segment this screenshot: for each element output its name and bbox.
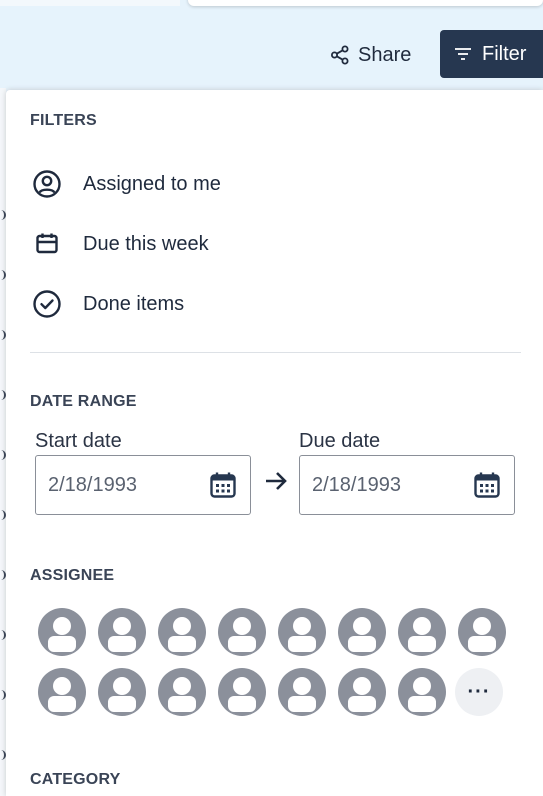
avatar-head-shape (233, 617, 251, 635)
due-date-value: 2/18/1993 (312, 473, 401, 496)
filter-item-label: Due this week (83, 232, 209, 255)
avatar-body-shape (348, 636, 376, 652)
avatar-body-shape (468, 636, 496, 652)
assignee-avatar[interactable] (158, 668, 206, 716)
filter-item-label: Done items (83, 292, 185, 315)
filter-icon (454, 47, 472, 61)
category-section-title: CATEGORY (30, 771, 121, 788)
calendar-picker-icon[interactable] (472, 470, 502, 500)
start-date-value: 2/18/1993 (48, 473, 137, 496)
avatar-head-shape (233, 677, 251, 695)
filter-due-this-week[interactable]: Due this week (30, 224, 510, 264)
calendar-picker-icon[interactable] (208, 470, 238, 500)
assignee-avatar[interactable] (458, 608, 506, 656)
avatar-body-shape (348, 696, 376, 712)
filter-panel: FILTERS Assigned to me Due this week Don… (6, 90, 543, 796)
avatar-head-shape (353, 677, 371, 695)
avatar-body-shape (228, 696, 256, 712)
arrow-right-icon (262, 467, 290, 495)
start-date-label: Start date (35, 430, 122, 452)
avatar-body-shape (288, 696, 316, 712)
avatar-body-shape (108, 636, 136, 652)
share-label: Share (358, 43, 412, 66)
assignee-avatar[interactable] (98, 668, 146, 716)
more-assignees-button[interactable]: ··· (455, 668, 503, 716)
assignee-avatar[interactable] (398, 668, 446, 716)
background-tab-strip (0, 0, 180, 6)
assignee-avatar[interactable] (38, 668, 86, 716)
avatar-head-shape (293, 617, 311, 635)
filters-section-title: FILTERS (30, 112, 97, 129)
avatar-head-shape (53, 677, 71, 695)
start-date-field[interactable]: 2/18/1993 (35, 455, 251, 515)
avatar-body-shape (228, 636, 256, 652)
assignee-avatar[interactable] (98, 608, 146, 656)
filter-button[interactable]: Filter (440, 30, 543, 78)
date-range-section-title: DATE RANGE (30, 393, 137, 410)
avatar-body-shape (408, 636, 436, 652)
avatar-body-shape (48, 696, 76, 712)
assignee-avatar[interactable] (278, 608, 326, 656)
avatar-head-shape (293, 677, 311, 695)
avatar-body-shape (168, 636, 196, 652)
assignee-avatar[interactable] (398, 608, 446, 656)
section-divider (30, 352, 521, 353)
avatar-head-shape (353, 617, 371, 635)
filter-label: Filter (482, 42, 527, 65)
avatar-head-shape (53, 617, 71, 635)
avatar-body-shape (168, 696, 196, 712)
avatar-head-shape (113, 677, 131, 695)
avatar-head-shape (413, 617, 431, 635)
avatar-head-shape (173, 617, 191, 635)
assignee-section-title: ASSIGNEE (30, 567, 115, 584)
avatar-body-shape (288, 636, 316, 652)
filter-done-items[interactable]: Done items (30, 284, 510, 324)
assignee-avatar[interactable] (338, 608, 386, 656)
avatar-head-shape (473, 617, 491, 635)
user-circle-icon (30, 167, 64, 201)
avatar-head-shape (413, 677, 431, 695)
avatar-body-shape (48, 636, 76, 652)
filter-assigned-to-me[interactable]: Assigned to me (30, 164, 510, 204)
due-date-field[interactable]: 2/18/1993 (299, 455, 515, 515)
avatar-body-shape (408, 696, 436, 712)
avatar-body-shape (108, 696, 136, 712)
assignee-avatar[interactable] (218, 608, 266, 656)
filter-item-label: Assigned to me (83, 172, 221, 195)
calendar-icon (30, 227, 64, 261)
assignee-avatar[interactable] (38, 608, 86, 656)
avatar-head-shape (173, 677, 191, 695)
share-button[interactable]: Share (322, 31, 418, 79)
assignee-avatar[interactable] (278, 668, 326, 716)
assignee-avatar[interactable] (218, 668, 266, 716)
due-date-label: Due date (299, 430, 381, 452)
assignee-avatar[interactable] (158, 608, 206, 656)
background-card (188, 0, 543, 6)
check-circle-icon (30, 287, 64, 321)
share-icon (330, 45, 350, 65)
assignee-avatar[interactable] (338, 668, 386, 716)
avatar-head-shape (113, 617, 131, 635)
